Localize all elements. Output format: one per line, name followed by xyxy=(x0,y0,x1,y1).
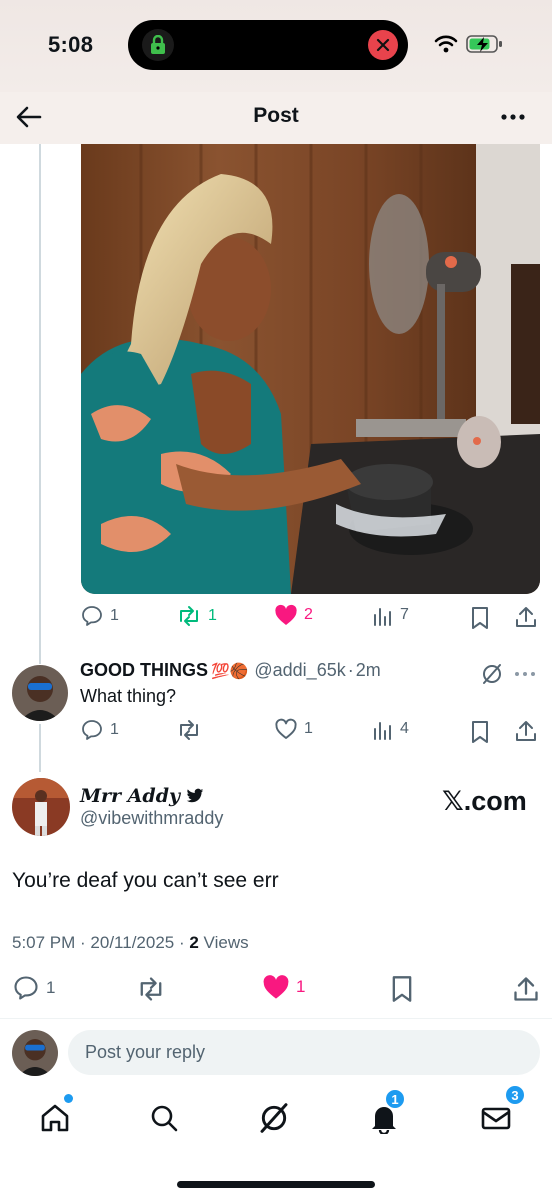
repost-count: 1 xyxy=(208,607,217,624)
share-icon[interactable] xyxy=(514,605,538,629)
grok-icon[interactable] xyxy=(480,662,504,686)
repost-button[interactable]: 1 xyxy=(176,604,217,628)
like-count: 1 xyxy=(296,977,306,996)
quoted-post-actions: 1 1 2 7 xyxy=(80,604,540,634)
like-count: 2 xyxy=(304,606,313,623)
reply-icon xyxy=(82,606,102,626)
home-icon xyxy=(41,1104,69,1132)
views-count: 7 xyxy=(400,606,409,623)
post-text: You’re deaf you can’t see err xyxy=(12,869,279,892)
more-options-icon[interactable] xyxy=(514,670,536,678)
messages-badge: 3 xyxy=(504,1084,526,1106)
home-unread-dot xyxy=(64,1094,73,1103)
divider xyxy=(0,1018,552,1019)
reply-button[interactable]: 1 xyxy=(80,604,119,628)
dynamic-island xyxy=(128,20,408,70)
reply-time: 2m xyxy=(355,660,381,680)
reply-button[interactable]: 1 xyxy=(12,974,55,1002)
views-chart-icon xyxy=(374,608,391,626)
like-button[interactable]: 2 xyxy=(274,604,313,626)
search-icon xyxy=(151,1105,178,1132)
views-label: Views xyxy=(198,933,249,952)
reply-input[interactable]: Post your reply xyxy=(68,1030,540,1075)
vpn-lock-icon xyxy=(142,29,174,61)
main-post-actions: 1 1 xyxy=(12,974,540,1004)
battery-charging-icon xyxy=(466,35,502,53)
avatar[interactable] xyxy=(12,778,70,836)
close-icon[interactable] xyxy=(368,30,398,60)
repost-icon xyxy=(180,606,198,626)
like-button[interactable]: 1 xyxy=(262,974,305,1000)
notifications-badge: 1 xyxy=(384,1088,406,1110)
heart-filled-icon xyxy=(263,975,289,999)
thread-line xyxy=(39,724,41,772)
thread-line xyxy=(39,144,41,664)
reply-count: 1 xyxy=(46,978,56,997)
reply-count: 1 xyxy=(110,607,119,624)
main-author-handle[interactable]: @vibewithmraddy xyxy=(80,808,223,829)
tab-grok[interactable] xyxy=(254,1096,294,1140)
twitter-bird-icon xyxy=(186,788,204,803)
status-time: 5:08 xyxy=(48,32,94,57)
tab-messages[interactable]: 3 xyxy=(476,1084,526,1140)
tab-search[interactable] xyxy=(144,1096,184,1140)
post-timestamp: 5:07 PM · 20/11/2025 · xyxy=(12,933,190,952)
avatar[interactable] xyxy=(12,665,68,721)
avatar[interactable] xyxy=(12,1030,58,1076)
like-button[interactable]: 1 xyxy=(274,718,313,740)
tab-home[interactable] xyxy=(35,1094,75,1140)
grok-icon xyxy=(260,1103,288,1133)
tab-notifications[interactable]: 1 xyxy=(364,1088,406,1140)
share-icon[interactable] xyxy=(512,975,540,1003)
bookmark-icon[interactable] xyxy=(390,975,414,1003)
reply-button[interactable]: 1 xyxy=(80,718,119,742)
views-button[interactable]: 4 xyxy=(372,718,409,740)
more-options-icon[interactable] xyxy=(498,102,528,132)
wifi-icon xyxy=(434,35,458,53)
repost-button[interactable] xyxy=(176,718,208,742)
heart-filled-icon xyxy=(275,604,297,625)
post-image[interactable] xyxy=(81,144,540,594)
reply-author-name[interactable]: GOOD THINGS xyxy=(80,660,208,681)
main-author-name-text: Mrr Addy xyxy=(80,785,181,807)
reply-icon xyxy=(14,976,38,1000)
like-count: 1 xyxy=(304,720,313,737)
meta-separator: · xyxy=(347,660,354,680)
bookmark-icon[interactable] xyxy=(470,720,490,744)
bookmark-icon[interactable] xyxy=(470,606,490,630)
main-author-name[interactable]: Mrr Addy xyxy=(80,785,204,807)
views-button[interactable]: 7 xyxy=(372,604,409,626)
reply-icon xyxy=(82,720,102,740)
share-icon[interactable] xyxy=(514,719,538,743)
page-title: Post xyxy=(253,104,299,127)
heart-icon xyxy=(275,718,297,739)
reply-actions: 1 1 4 xyxy=(80,718,540,748)
views-total: 2 xyxy=(189,933,199,952)
reply-count: 1 xyxy=(110,721,119,738)
home-indicator[interactable] xyxy=(177,1181,375,1188)
status-bar: 5:08 xyxy=(0,0,552,92)
views-count: 4 xyxy=(400,720,409,737)
top-nav-bar: Post xyxy=(0,92,552,144)
repost-icon xyxy=(180,720,198,740)
x-watermark: 𝕏.com xyxy=(442,786,527,816)
views-chart-icon xyxy=(374,722,391,740)
reply-header: GOOD THINGS 💯🏀 @addi_65k · 2m xyxy=(80,660,381,681)
repost-icon[interactable] xyxy=(136,975,166,1003)
reply-name-emoji: 💯🏀 xyxy=(211,662,249,680)
mail-icon xyxy=(481,1107,511,1130)
post-meta: 5:07 PM · 20/11/2025 · 2 Views xyxy=(12,933,249,953)
reply-text: What thing? xyxy=(80,686,177,706)
reply-author-handle[interactable]: @addi_65k xyxy=(254,660,345,681)
